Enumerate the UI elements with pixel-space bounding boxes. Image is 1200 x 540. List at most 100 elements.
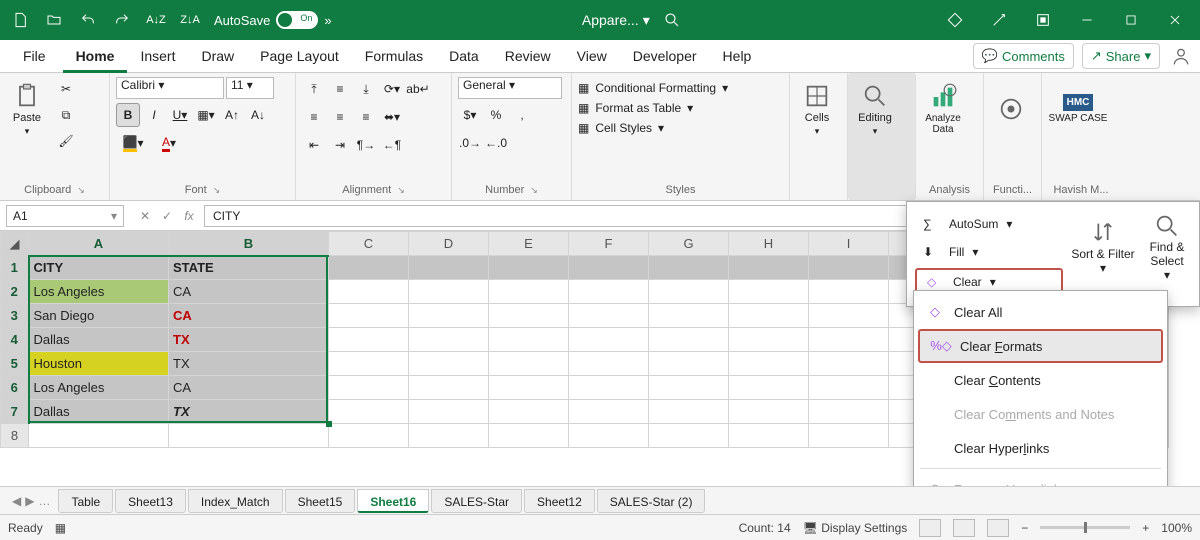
sheet-tab[interactable]: Table (58, 489, 113, 513)
decrease-decimal-icon[interactable]: ←.0 (484, 131, 508, 155)
tab-view[interactable]: View (564, 40, 620, 73)
align-top-icon[interactable]: ⤒ (302, 77, 326, 101)
sort-desc-icon[interactable]: Z↓A (176, 6, 204, 34)
cell[interactable]: Dallas (29, 400, 169, 424)
cell[interactable]: Houston (29, 352, 169, 376)
clear-all-item[interactable]: ◇Clear All (914, 295, 1167, 329)
column-header[interactable]: C (329, 232, 409, 256)
comma-icon[interactable]: , (510, 103, 534, 127)
share-button[interactable]: ↗Share▾ (1082, 43, 1160, 69)
column-header[interactable]: G (649, 232, 729, 256)
tab-data[interactable]: Data (436, 40, 492, 73)
redo-icon[interactable] (108, 6, 136, 34)
format-painter-icon[interactable]: 🖌 (54, 129, 78, 153)
select-all-corner[interactable]: ◢ (1, 232, 29, 256)
cell[interactable]: San Diego (29, 304, 169, 328)
search-icon[interactable] (658, 6, 686, 34)
wrap-text-icon[interactable]: ab↵ (406, 77, 430, 101)
cell[interactable]: Dallas (29, 328, 169, 352)
functions-button[interactable] (990, 77, 1032, 141)
cut-icon[interactable]: ✂ (54, 77, 78, 101)
align-middle-icon[interactable]: ≡ (328, 77, 352, 101)
row-header[interactable]: 3 (1, 304, 29, 328)
sheet-tab[interactable]: Sheet15 (285, 489, 356, 513)
underline-button[interactable]: U▾ (168, 103, 192, 127)
increase-font-icon[interactable]: A↑ (220, 103, 244, 127)
cell[interactable]: CA (169, 304, 329, 328)
cell[interactable]: CITY (29, 256, 169, 280)
tab-page-layout[interactable]: Page Layout (247, 40, 352, 73)
column-header[interactable]: D (409, 232, 489, 256)
decrease-font-icon[interactable]: A↓ (246, 103, 270, 127)
user-account-icon[interactable] (1168, 43, 1194, 69)
dialog-launcher-icon[interactable]: ↘ (77, 185, 85, 196)
cell[interactable]: TX (169, 328, 329, 352)
autosave-toggle[interactable]: AutoSave On » (214, 11, 332, 29)
number-format-combo[interactable]: General ▾ (458, 77, 562, 99)
minimize-button[interactable] (1068, 6, 1106, 34)
column-header[interactable]: E (489, 232, 569, 256)
cell[interactable]: Los Angeles (29, 280, 169, 304)
fill-handle[interactable] (326, 421, 332, 427)
cell-styles-button[interactable]: ▦Cell Styles ▾ (578, 121, 664, 135)
italic-button[interactable]: I (142, 103, 166, 127)
copy-icon[interactable]: ⧉ (54, 103, 78, 127)
clear-contents-item[interactable]: Clear Contents (914, 363, 1167, 397)
macro-record-icon[interactable]: ▦ (55, 521, 66, 535)
tab-home[interactable]: Home (63, 40, 128, 73)
clear-formats-item[interactable]: %◇Clear Formats (918, 329, 1163, 363)
cell[interactable]: TX (169, 400, 329, 424)
cell[interactable]: Los Angeles (29, 376, 169, 400)
orientation-icon[interactable]: ⟳▾ (380, 77, 404, 101)
percent-icon[interactable]: % (484, 103, 508, 127)
dialog-launcher-icon[interactable]: ↘ (397, 185, 405, 196)
normal-view-icon[interactable] (919, 519, 941, 537)
fx-icon[interactable]: fx (180, 209, 198, 223)
autosum-button[interactable]: ∑AutoSum ▾ (913, 210, 1065, 238)
conditional-formatting-button[interactable]: ▦Conditional Formatting ▾ (578, 81, 728, 95)
border-icon[interactable]: ▦▾ (194, 103, 218, 127)
sheet-tab[interactable]: SALES-Star (431, 489, 522, 513)
zoom-slider[interactable] (1040, 526, 1130, 529)
clear-hyperlinks-item[interactable]: Clear Hyperlinks (914, 431, 1167, 465)
overflow-icon[interactable]: » (324, 13, 331, 28)
column-header[interactable]: B (169, 232, 329, 256)
sheet-tab[interactable]: Sheet13 (115, 489, 186, 513)
ribbon-mode-icon[interactable] (1024, 6, 1062, 34)
tab-developer[interactable]: Developer (620, 40, 710, 73)
page-layout-view-icon[interactable] (953, 519, 975, 537)
sheet-tab[interactable]: Sheet16 (357, 489, 429, 513)
row-header[interactable]: 4 (1, 328, 29, 352)
cells-button[interactable]: Cells▾ (796, 77, 838, 141)
cell[interactable]: CA (169, 280, 329, 304)
decrease-indent-icon[interactable]: ⇤ (302, 133, 326, 157)
cell[interactable]: CA (169, 376, 329, 400)
tab-insert[interactable]: Insert (127, 40, 188, 73)
align-center-icon[interactable]: ≡ (328, 105, 352, 129)
cancel-formula-icon[interactable]: ✕ (136, 209, 154, 223)
format-as-table-button[interactable]: ▦Format as Table ▾ (578, 101, 693, 115)
diamond-icon[interactable] (936, 6, 974, 34)
align-right-icon[interactable]: ≡ (354, 105, 378, 129)
bold-button[interactable]: B (116, 103, 140, 127)
zoom-out-button[interactable]: − (1021, 521, 1028, 535)
row-header[interactable]: 2 (1, 280, 29, 304)
swap-case-button[interactable]: HMCSWAP CASE (1048, 77, 1108, 141)
editing-button[interactable]: Editing▾ (854, 77, 896, 141)
row-header[interactable]: 5 (1, 352, 29, 376)
file-tab[interactable]: File (10, 40, 59, 73)
row-header[interactable]: 8 (1, 424, 29, 448)
wand-icon[interactable] (980, 6, 1018, 34)
sheet-tab[interactable]: Index_Match (188, 489, 283, 513)
sort-asc-icon[interactable]: A↓Z (142, 6, 170, 34)
tab-review[interactable]: Review (492, 40, 564, 73)
paste-button[interactable]: Paste▾ (6, 77, 48, 141)
font-family-combo[interactable]: Calibri ▾ (116, 77, 224, 99)
document-title[interactable]: Appare...▾ (582, 12, 650, 29)
new-file-icon[interactable] (6, 6, 34, 34)
row-header[interactable]: 7 (1, 400, 29, 424)
zoom-in-button[interactable]: + (1142, 521, 1149, 535)
currency-icon[interactable]: $▾ (458, 103, 482, 127)
dialog-launcher-icon[interactable]: ↘ (213, 185, 221, 196)
column-header[interactable]: A (29, 232, 169, 256)
